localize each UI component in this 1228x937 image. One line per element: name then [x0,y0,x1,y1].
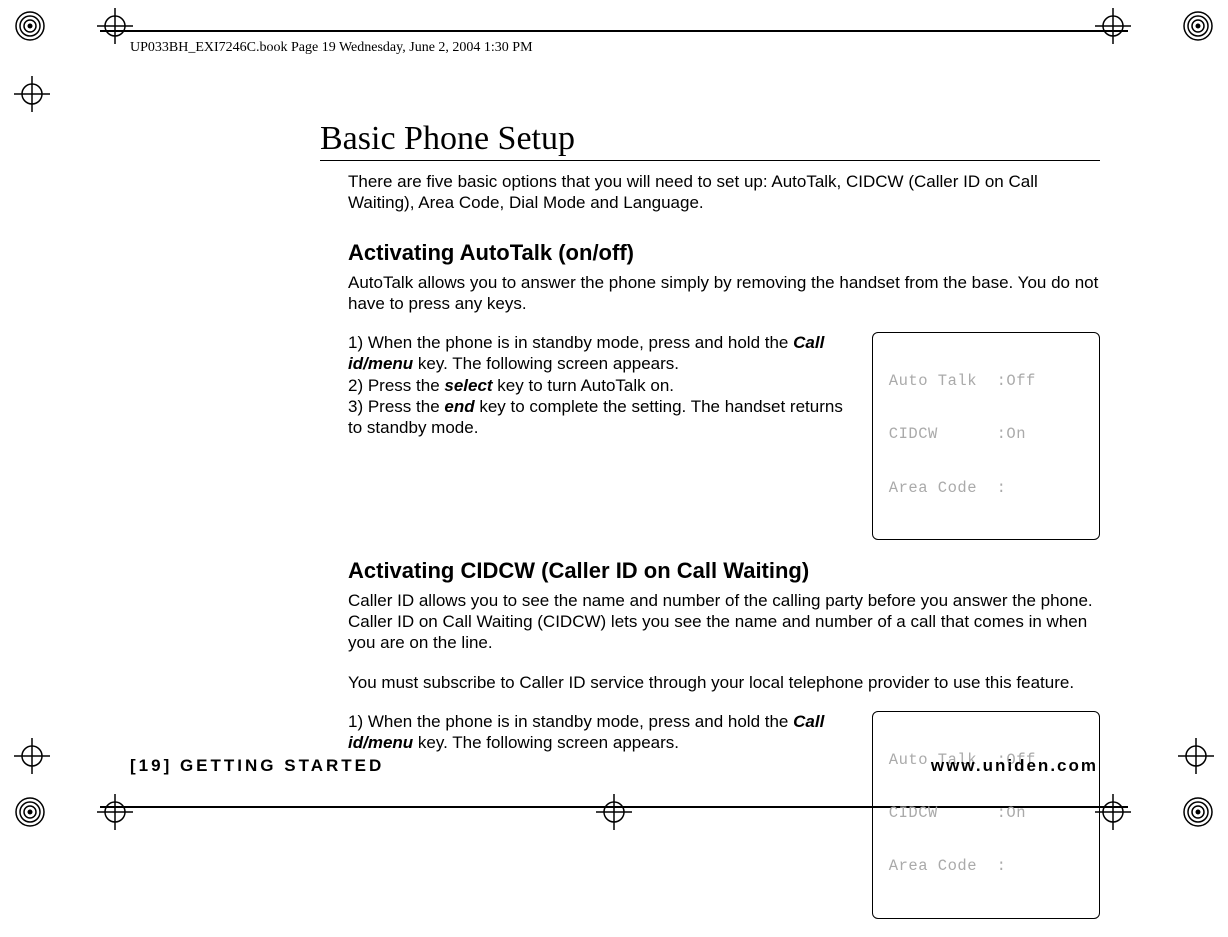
step-1: 1) When the phone is in standby mode, pr… [348,332,858,375]
page-footer: [19] GETTING STARTED www.uniden.com [130,756,1098,776]
reg-circle-icon [14,10,46,42]
step-text: 2) Press the [348,376,444,395]
step-3: 3) Press the end key to complete the set… [348,396,858,439]
footer-right: www.uniden.com [931,756,1098,776]
step-text: 3) Press the [348,397,444,416]
key-name: end [444,397,474,416]
section-body-cidcw-1: Caller ID allows you to see the name and… [348,590,1100,654]
step-1: 1) When the phone is in standby mode, pr… [348,711,858,754]
crop-mark-icon [1095,794,1131,830]
steps-with-figure-cidcw: 1) When the phone is in standby mode, pr… [348,711,1100,919]
section-body-autotalk: AutoTalk allows you to answer the phone … [348,272,1100,315]
intro-text: There are five basic options that you wi… [348,171,1100,214]
lcd-line: CIDCW :On [879,426,1093,444]
crop-line-top [100,30,1128,32]
reg-circle-icon [14,796,46,828]
crop-mark-icon [1095,8,1131,44]
lcd-line: Area Code : [879,858,1093,876]
reg-circle-icon [1182,796,1214,828]
lcd-line: Area Code : [879,480,1093,498]
page-title: Basic Phone Setup [320,120,1100,161]
lcd-line: Auto Talk :Off [879,373,1093,391]
footer-left: [19] GETTING STARTED [130,756,384,776]
reg-circle-icon [1182,10,1214,42]
section-title-autotalk: Activating AutoTalk (on/off) [348,240,1100,266]
crop-mark-icon [97,8,133,44]
step-text: key to turn AutoTalk on. [493,376,674,395]
step-text: key. The following screen appears. [413,354,679,373]
lcd-screen-figure: Auto Talk :Off CIDCW :On Area Code : [872,332,1100,540]
page-content: Basic Phone Setup There are five basic o… [320,120,1100,937]
step-text: key. The following screen appears. [413,733,679,752]
lcd-line: CIDCW :On [879,805,1093,823]
steps-with-figure-autotalk: 1) When the phone is in standby mode, pr… [348,332,1100,540]
section-title-cidcw: Activating CIDCW (Caller ID on Call Wait… [348,558,1100,584]
crop-mark-icon [97,794,133,830]
lcd-screen-figure: Auto Talk :Off CIDCW :On Area Code : [872,711,1100,919]
section-body-cidcw-2: You must subscribe to Caller ID service … [348,672,1100,693]
key-name: select [444,376,492,395]
crop-mark-icon [1178,738,1214,774]
crop-mark-icon [14,738,50,774]
crop-mark-icon [14,76,50,112]
step-2: 2) Press the select key to turn AutoTalk… [348,375,858,396]
step-text: 1) When the phone is in standby mode, pr… [348,712,793,731]
step-text: 1) When the phone is in standby mode, pr… [348,333,793,352]
book-meta: UP033BH_EXI7246C.book Page 19 Wednesday,… [130,40,533,56]
